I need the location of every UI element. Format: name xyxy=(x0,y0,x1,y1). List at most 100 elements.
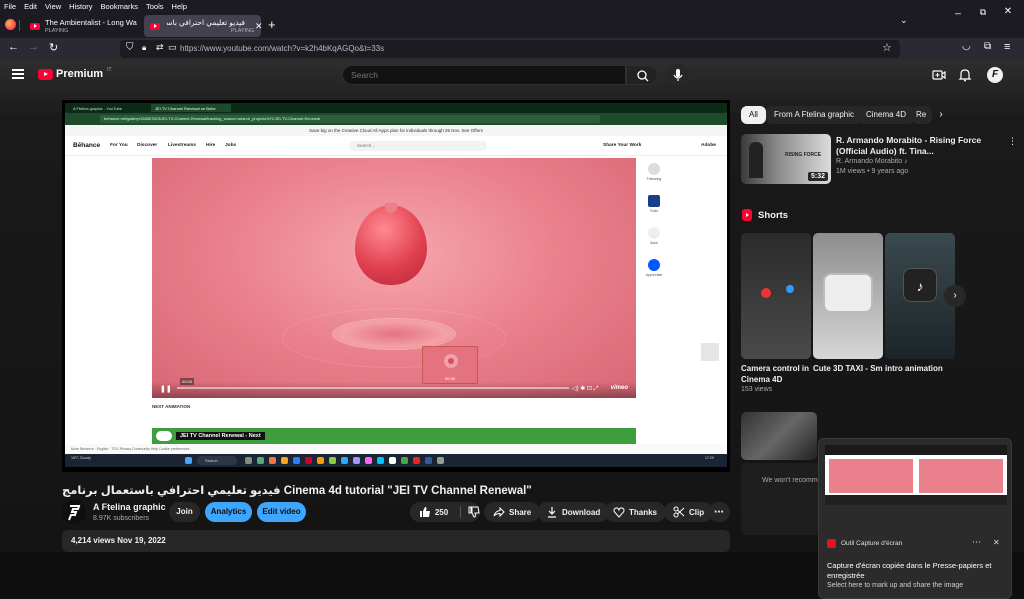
analytics-button[interactable]: Analytics xyxy=(205,502,252,522)
next-video-bar: JEI TV Channel Renewal - Next xyxy=(152,428,636,444)
inner-tab: A Ftelina graphic - YouTube xyxy=(73,106,122,111)
behance-logo: Bēhance xyxy=(73,142,101,149)
share-button[interactable]: Share xyxy=(484,502,541,522)
url-bar[interactable]: ⛉ 🔒︎ ⇄ ▭ https://www.youtube.com/watch?v… xyxy=(120,40,900,58)
side-scroll-widget xyxy=(701,343,719,361)
notification-more-icon[interactable]: ⋯ xyxy=(972,537,981,548)
menu-edit[interactable]: Edit xyxy=(24,2,37,11)
close-tab-icon[interactable]: ✕ xyxy=(255,21,263,32)
yt-header: Premium IT F xyxy=(0,60,1024,90)
page-icon[interactable]: ▭ xyxy=(168,42,177,53)
search-button[interactable] xyxy=(626,65,658,85)
notification-close-icon[interactable]: ✕ xyxy=(993,538,1000,547)
shorts-next-chevron-icon[interactable]: › xyxy=(944,285,966,307)
channel-name[interactable]: A Ftelina graphic xyxy=(93,502,166,512)
download-button[interactable]: Download xyxy=(537,502,610,522)
chip-related[interactable]: Re xyxy=(912,106,932,124)
menu-view[interactable]: View xyxy=(45,2,61,11)
shorts-icon xyxy=(742,209,752,221)
pocket-icon[interactable]: ◡ xyxy=(962,41,971,52)
guide-menu-icon[interactable] xyxy=(12,69,24,79)
thanks-button[interactable]: Thanks xyxy=(604,502,667,522)
notifications-bell-icon[interactable] xyxy=(958,68,972,82)
hamburger-menu-icon[interactable]: ≡ xyxy=(1004,41,1010,53)
firefox-icon[interactable] xyxy=(5,19,16,30)
adobe-label: Adobe xyxy=(701,143,716,148)
short-thumbnail[interactable] xyxy=(813,233,883,359)
menu-bar: File Edit View History Bookmarks Tools H… xyxy=(0,0,1024,12)
recommended-title[interactable]: R. Armando Morabito - Rising Force (Offi… xyxy=(836,135,1006,157)
back-icon[interactable]: ← xyxy=(8,41,19,53)
thumbs-down-icon[interactable] xyxy=(468,506,480,518)
video-title: فيديو تعليمي احترافي باستعمال برنامج Cin… xyxy=(62,485,532,497)
tab-active-arabic[interactable]: فيديو تعليمي احترافي باستعمال PLAYING ✕ xyxy=(144,15,263,37)
menu-file[interactable]: File xyxy=(4,2,16,11)
chip-from-channel[interactable]: From A Ftelina graphic xyxy=(766,106,863,124)
menu-help[interactable]: Help xyxy=(172,2,187,11)
subscriber-count: 8.97K subscribers xyxy=(93,515,150,522)
restore-icon[interactable]: ⧉ xyxy=(973,7,993,18)
youtube-premium-logo[interactable]: Premium IT xyxy=(38,67,112,80)
menu-bookmarks[interactable]: Bookmarks xyxy=(101,2,139,11)
tab-ambientalist[interactable]: The Ambientalist - Long Way H PLAYING xyxy=(24,15,140,37)
edit-video-button[interactable]: Edit video xyxy=(257,502,306,522)
preview-header xyxy=(825,445,1007,455)
side-tool-label: Save xyxy=(650,241,658,245)
snipping-notification[interactable]: Outil Capture d'écran ⋯ ✕ Capture d'écra… xyxy=(818,438,1012,599)
short-title[interactable]: Cute 3D TAXI - Sm... xyxy=(813,363,883,374)
taskbar-app-icon xyxy=(413,457,420,464)
weather-text: 18°C Cloudy xyxy=(71,456,91,460)
create-video-icon[interactable] xyxy=(932,68,946,82)
channel-avatar[interactable] xyxy=(62,500,86,524)
taskbar-app-icon xyxy=(425,457,432,464)
tab-list-chevron-icon[interactable]: ⌄ xyxy=(900,15,908,26)
scrub-preview: 00:39 xyxy=(422,346,478,384)
behance-nav-item: Jobs xyxy=(225,143,237,148)
taskbar-app-icon xyxy=(257,457,264,464)
chips-next-chevron-icon[interactable]: › xyxy=(932,106,950,124)
clip-button[interactable]: Clip xyxy=(664,502,714,522)
avatar[interactable]: F xyxy=(987,67,1003,83)
description-box[interactable]: 4,214 views Nov 19, 2022 xyxy=(62,530,730,552)
share-work-label: Share Your Work xyxy=(603,143,642,148)
recommended-more-icon[interactable]: ⋮ xyxy=(1008,136,1017,147)
menu-history[interactable]: History xyxy=(69,2,92,11)
behance-header: Bēhance For You Discover Livestreams Hir… xyxy=(65,136,727,156)
short-title[interactable]: Camera control in Cinema 4D xyxy=(741,363,811,385)
search-input[interactable] xyxy=(351,70,611,80)
shield-icon[interactable]: ⛉ xyxy=(126,42,134,53)
lock-icon[interactable]: 🔒︎ xyxy=(142,43,146,53)
recommended-channel[interactable]: R. Armando Morabito ♪ xyxy=(836,158,908,165)
like-button[interactable]: 250 xyxy=(410,502,480,522)
notification-app-name: Outil Capture d'écran xyxy=(841,540,903,547)
recommended-thumbnail[interactable]: RISING FORCE 5:32 xyxy=(741,134,831,184)
close-window-icon[interactable]: ✕ xyxy=(998,6,1018,17)
extensions-icon[interactable]: ⧉ xyxy=(984,41,991,52)
floating-heart-shape xyxy=(355,203,427,285)
minimize-icon[interactable]: _ xyxy=(948,4,968,15)
tab-title: The Ambientalist - Long Way H xyxy=(45,18,137,27)
search-box[interactable] xyxy=(342,65,626,85)
bookmark-star-icon[interactable]: ☆ xyxy=(882,41,892,54)
forward-icon[interactable]: → xyxy=(28,41,39,53)
short-thumbnail[interactable] xyxy=(741,233,811,359)
not-recommend-text: We won't recomme xyxy=(762,477,822,484)
url-text[interactable]: https://www.youtube.com/watch?v=k2h4bKqA… xyxy=(180,44,384,53)
permissions-icon[interactable]: ⇄ xyxy=(156,42,164,53)
more-actions-button[interactable]: ⋯ xyxy=(708,502,730,522)
menu-tools[interactable]: Tools xyxy=(146,2,164,11)
video-player[interactable]: A Ftelina graphic - YouTube JEI TV Chann… xyxy=(62,100,730,472)
chip-all[interactable]: All xyxy=(741,106,766,124)
inner-nav-bar: behance.net/gallery/158657823/JEI-TV-Cha… xyxy=(65,113,727,125)
reload-icon[interactable]: ↻ xyxy=(49,41,58,54)
tab-divider xyxy=(19,20,20,31)
new-tab-icon[interactable]: + xyxy=(268,17,276,32)
chip-cinema-4d[interactable]: Cinema 4D xyxy=(858,106,915,124)
join-button[interactable]: Join xyxy=(169,502,200,522)
voice-search-button[interactable] xyxy=(667,64,689,86)
notification-body: Capture d'écran copiée dans le Presse-pa… xyxy=(827,561,992,580)
behance-nav-item: Discover xyxy=(137,143,158,148)
short-title[interactable]: intro animation xyxy=(885,363,955,374)
next-recommended-thumbnail[interactable] xyxy=(741,412,817,460)
next-animation-label: NEXT ANIMATION xyxy=(152,404,191,409)
